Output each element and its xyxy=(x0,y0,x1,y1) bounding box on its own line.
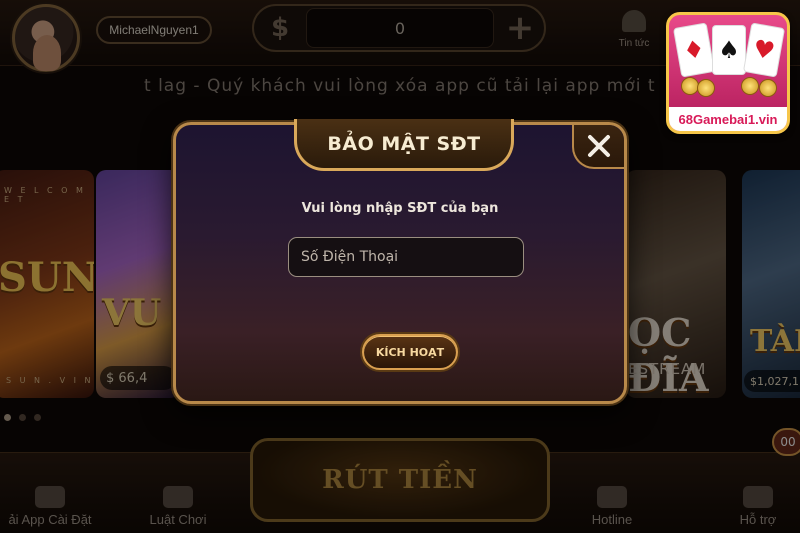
dialog-header: BẢO MẬT SĐT xyxy=(294,119,514,171)
phone-security-dialog: BẢO MẬT SĐT Vui lòng nhập SĐT của bạn KÍ… xyxy=(173,119,627,404)
site-logo: ♦ ♠ ♥ 68Gamebai1.vin xyxy=(666,12,790,134)
coins-icon xyxy=(681,77,781,97)
logo-site-text: 68Gamebai1.vin xyxy=(669,107,787,131)
spade-card-icon: ♠ xyxy=(712,25,746,75)
close-button[interactable] xyxy=(572,125,624,169)
close-icon xyxy=(588,135,610,157)
heart-card-icon: ♥ xyxy=(742,22,786,78)
dialog-prompt: Vui lòng nhập SĐT của bạn xyxy=(301,201,499,216)
dialog-title: BẢO MẬT SĐT xyxy=(327,132,481,155)
diamond-card-icon: ♦ xyxy=(672,22,716,78)
activate-button[interactable]: KÍCH HOẠT xyxy=(362,334,458,370)
phone-number-input[interactable] xyxy=(288,237,524,277)
